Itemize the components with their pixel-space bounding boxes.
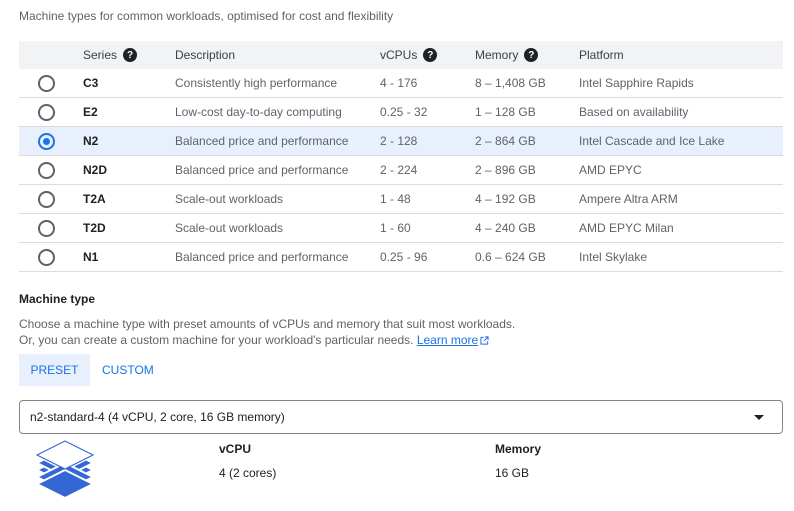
table-row[interactable]: N2D Balanced price and performance 2 - 2… — [19, 155, 783, 185]
machine-type-selected-value: n2-standard-4 (4 vCPU, 2 core, 16 GB mem… — [30, 410, 285, 424]
series-radio[interactable] — [38, 190, 55, 208]
series-table: Series? Description vCPUs? Memory? Platf… — [19, 41, 783, 272]
header-vcpus: vCPUs? — [380, 41, 475, 69]
machine-type-desc-line1: Choose a machine type with preset amount… — [19, 317, 516, 331]
series-description: Consistently high performance — [175, 69, 380, 98]
memory-value: 16 GB — [495, 466, 530, 480]
machine-type-description: Choose a machine type with preset amount… — [19, 316, 515, 348]
series-description: Scale-out workloads — [175, 213, 380, 243]
header-series: Series? — [83, 41, 175, 69]
series-vcpus: 0.25 - 32 — [380, 97, 475, 127]
series-radio[interactable] — [38, 74, 55, 92]
header-memory-label: Memory — [475, 48, 519, 62]
series-name: N2 — [83, 126, 175, 156]
series-platform: AMD EPYC — [579, 155, 783, 185]
series-radio[interactable] — [38, 248, 55, 266]
series-description: Scale-out workloads — [175, 184, 380, 214]
memory-label: Memory — [495, 442, 542, 456]
external-link-icon — [480, 336, 489, 345]
tab-preset[interactable]: PRESET — [19, 354, 90, 386]
help-icon[interactable]: ? — [524, 48, 539, 62]
table-row[interactable]: N2 Balanced price and performance 2 - 12… — [19, 126, 783, 156]
intro-text: Machine types for common workloads, opti… — [19, 9, 394, 23]
series-radio[interactable] — [38, 219, 55, 237]
series-name: N1 — [83, 242, 175, 272]
series-name: N2D — [83, 155, 175, 185]
series-memory: 4 – 192 GB — [475, 184, 579, 214]
series-platform: Ampere Altra ARM — [579, 184, 783, 214]
series-platform: Intel Cascade and Ice Lake — [579, 126, 783, 156]
series-vcpus: 2 - 224 — [380, 155, 475, 185]
series-vcpus: 2 - 128 — [380, 126, 475, 156]
header-select — [19, 41, 83, 69]
series-platform: Intel Sapphire Rapids — [579, 69, 783, 98]
learn-more-link[interactable]: Learn more — [417, 333, 489, 347]
series-memory: 0.6 – 624 GB — [475, 242, 579, 272]
series-description: Balanced price and performance — [175, 126, 380, 156]
help-icon[interactable]: ? — [423, 48, 438, 62]
learn-more-label: Learn more — [416, 333, 479, 347]
layers-stack-icon — [36, 440, 94, 500]
series-name: C3 — [83, 69, 175, 98]
series-description: Low-cost day-to-day computing — [175, 97, 380, 127]
table-row[interactable]: T2D Scale-out workloads 1 - 60 4 – 240 G… — [19, 213, 783, 243]
series-memory: 2 – 896 GB — [475, 155, 579, 185]
series-platform: Based on availability — [579, 97, 783, 127]
vcpu-value: 4 (2 cores) — [219, 466, 277, 480]
help-icon[interactable]: ? — [123, 48, 138, 62]
series-vcpus: 1 - 48 — [380, 184, 475, 214]
series-description: Balanced price and performance — [175, 242, 380, 272]
series-vcpus: 1 - 60 — [380, 213, 475, 243]
header-platform: Platform — [579, 41, 783, 69]
series-memory: 2 – 864 GB — [475, 126, 579, 156]
header-series-label: Series — [83, 48, 118, 62]
header-description: Description — [175, 41, 380, 69]
caret-down-icon — [754, 414, 764, 420]
table-row[interactable]: C3 Consistently high performance 4 - 176… — [19, 69, 783, 98]
series-memory: 1 – 128 GB — [475, 97, 579, 127]
series-description: Balanced price and performance — [175, 155, 380, 185]
vcpu-label: vCPU — [219, 442, 252, 456]
header-vcpus-label: vCPUs — [380, 48, 418, 62]
table-row[interactable]: N1 Balanced price and performance 0.25 -… — [19, 242, 783, 272]
series-name: T2D — [83, 213, 175, 243]
series-memory: 4 – 240 GB — [475, 213, 579, 243]
series-vcpus: 0.25 - 96 — [380, 242, 475, 272]
machine-type-select[interactable]: n2-standard-4 (4 vCPU, 2 core, 16 GB mem… — [19, 400, 783, 434]
series-memory: 8 – 1,408 GB — [475, 69, 579, 98]
series-name: T2A — [83, 184, 175, 214]
machine-type-title: Machine type — [19, 292, 96, 306]
header-memory: Memory? — [475, 41, 579, 69]
series-radio[interactable] — [38, 161, 55, 179]
tab-custom[interactable]: CUSTOM — [102, 354, 154, 386]
series-radio[interactable] — [38, 103, 55, 121]
table-row[interactable]: E2 Low-cost day-to-day computing 0.25 - … — [19, 97, 783, 127]
series-name: E2 — [83, 97, 175, 127]
series-platform: Intel Skylake — [579, 242, 783, 272]
machine-type-desc-line2: Or, you can create a custom machine for … — [19, 333, 414, 347]
series-radio[interactable] — [38, 132, 55, 150]
table-header: Series? Description vCPUs? Memory? Platf… — [19, 41, 783, 69]
series-platform: AMD EPYC Milan — [579, 213, 783, 243]
series-vcpus: 4 - 176 — [380, 69, 475, 98]
table-row[interactable]: T2A Scale-out workloads 1 - 48 4 – 192 G… — [19, 184, 783, 214]
